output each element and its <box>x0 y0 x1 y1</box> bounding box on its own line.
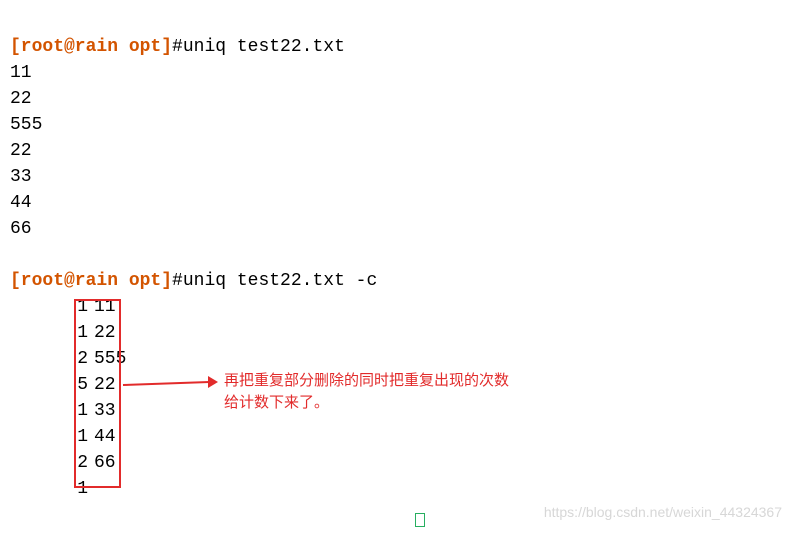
output-line: 44 <box>10 193 32 213</box>
output-line: 66 <box>10 219 32 239</box>
value-cell: 11 <box>88 294 116 320</box>
value-cell: 22 <box>88 372 116 398</box>
output-line: 11 <box>10 63 32 83</box>
output-line: 33 <box>10 167 32 187</box>
prompt-symbol-1: # <box>172 37 183 57</box>
count-cell: 5 <box>10 372 88 398</box>
value-cell: 44 <box>88 424 116 450</box>
prompt-symbol-2: # <box>172 271 183 291</box>
cursor-box-icon <box>415 513 425 527</box>
count-cell: 1 <box>10 398 88 424</box>
prompt-user-host-1: [root@rain opt] <box>10 37 172 57</box>
count-cell: 2 <box>10 450 88 476</box>
output-line: 22 <box>10 89 32 109</box>
terminal-output: [root@rain opt]#uniq test22.txt 11 22 55… <box>0 0 794 510</box>
count-cell: 1 <box>10 320 88 346</box>
value-cell: 33 <box>88 398 116 424</box>
count-cell: 1 <box>10 294 88 320</box>
value-cell: 66 <box>88 450 116 476</box>
command-2: uniq test22.txt -c <box>183 271 377 291</box>
count-cell: 1 <box>10 476 88 502</box>
count-cell: 1 <box>10 424 88 450</box>
value-cell: 22 <box>88 320 116 346</box>
output-line: 22 <box>10 141 32 161</box>
output-line: 555 <box>10 115 42 135</box>
command-1: uniq test22.txt <box>183 37 345 57</box>
prompt-user-host-2: [root@rain opt] <box>10 271 172 291</box>
value-cell: 555 <box>88 346 126 372</box>
count-cell: 2 <box>10 346 88 372</box>
